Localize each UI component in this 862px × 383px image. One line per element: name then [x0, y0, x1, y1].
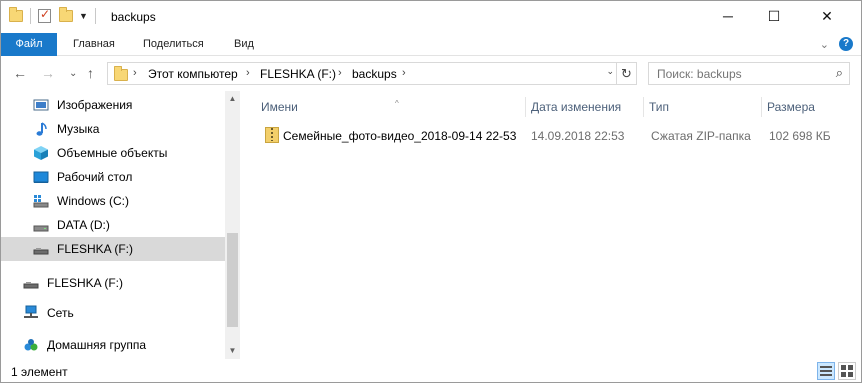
- file-type: Сжатая ZIP-папка: [651, 129, 751, 143]
- homegroup-icon: [23, 337, 39, 353]
- column-header-size[interactable]: Размера: [761, 96, 849, 118]
- nav-item-label: Домашняя группа: [47, 338, 147, 352]
- usb-drive-icon: [23, 275, 39, 291]
- nav-item-label: Музыка: [57, 122, 100, 136]
- column-header-type[interactable]: Тип: [643, 96, 761, 118]
- file-name: Семейные_фото-видео_2018-09-14 22-53: [283, 129, 517, 143]
- column-header-date[interactable]: Дата изменения: [525, 96, 643, 118]
- breadcrumb-separator[interactable]: ›: [246, 67, 250, 79]
- file-size: 102 698 КБ: [769, 129, 831, 143]
- nav-item-label: Изображения: [57, 98, 133, 112]
- nav-item-label: FLESHKA (F:): [47, 276, 124, 290]
- window-title: backups: [111, 10, 156, 24]
- tab-file[interactable]: Файл: [1, 33, 57, 56]
- file-date: 14.09.2018 22:53: [531, 129, 625, 143]
- drive-icon: [33, 193, 49, 209]
- folder-icon: [114, 66, 128, 81]
- breadcrumb-backups[interactable]: backups: [352, 67, 397, 81]
- nav-item-fleshka-selected[interactable]: FLESHKA (F:): [1, 237, 225, 261]
- toolbar-divider: [30, 8, 31, 24]
- navigation-pane: Изображения Музыка Объемные объекты Рабо…: [1, 91, 241, 359]
- nav-item-music[interactable]: Музыка: [33, 117, 223, 141]
- customize-toolbar-dropdown-icon[interactable]: ▼: [79, 11, 88, 21]
- breadcrumb-this-pc[interactable]: Этот компьютер: [148, 67, 238, 81]
- folder-icon: [9, 7, 23, 22]
- recent-locations-dropdown-icon[interactable]: ⌄: [69, 68, 77, 79]
- breadcrumb-separator[interactable]: ›: [338, 67, 342, 79]
- quick-access-toolbar: ▼: [9, 7, 103, 24]
- tab-share[interactable]: Поделиться: [133, 33, 214, 56]
- nav-item-label: FLESHKA (F:): [57, 242, 134, 256]
- music-icon: [33, 121, 49, 137]
- nav-item-label: Windows (C:): [57, 194, 130, 208]
- nav-item-label: DATA (D:): [57, 218, 110, 232]
- column-header-label: Имени: [261, 100, 298, 114]
- breadcrumb-fleshka[interactable]: FLESHKA (F:): [260, 67, 336, 81]
- sort-ascending-icon: ^: [395, 99, 399, 108]
- status-bar: 1 элемент: [1, 360, 861, 382]
- usb-drive-icon: [33, 241, 49, 257]
- large-icons-view-button[interactable]: [838, 362, 856, 380]
- breadcrumb-separator[interactable]: ›: [133, 67, 137, 79]
- file-list: ^ Имени Дата изменения Тип Размера Семей…: [245, 91, 851, 359]
- item-count: 1 элемент: [11, 365, 68, 379]
- search-input[interactable]: [649, 63, 819, 84]
- 3d-objects-icon: [33, 145, 49, 161]
- nav-item-label: Рабочий стол: [57, 170, 133, 184]
- nav-item-windows-c[interactable]: Windows (C:): [33, 189, 223, 213]
- tab-home[interactable]: Главная: [63, 33, 125, 56]
- navigation-bar: ← → ⌄ ↑ › Этот компьютер › FLESHKA (F:) …: [1, 57, 861, 89]
- nav-item-fleshka[interactable]: FLESHKA (F:): [23, 271, 223, 295]
- nav-pane-scrollbar[interactable]: ▲ ▼: [225, 91, 240, 359]
- scrollbar-thumb[interactable]: [227, 233, 238, 327]
- large-icons-view-icon: [841, 365, 853, 377]
- file-row[interactable]: Семейные_фото-видео_2018-09-14 22-53 14.…: [261, 125, 851, 147]
- scroll-down-icon[interactable]: ▼: [225, 343, 240, 359]
- drive-icon: [33, 217, 49, 233]
- breadcrumb-separator[interactable]: ›: [402, 67, 406, 79]
- pictures-icon: [33, 97, 49, 113]
- up-button[interactable]: ↑: [87, 65, 94, 81]
- back-button[interactable]: ←: [13, 65, 27, 81]
- nav-item-network[interactable]: Сеть: [23, 301, 223, 325]
- expand-ribbon-icon[interactable]: ⌄: [820, 38, 829, 51]
- details-view-button[interactable]: [817, 362, 835, 380]
- scroll-up-icon[interactable]: ▲: [225, 91, 240, 107]
- refresh-button[interactable]: ↻: [616, 63, 636, 84]
- network-icon: [23, 305, 39, 321]
- new-folder-icon[interactable]: [59, 7, 73, 22]
- title-bar: ▼ backups ─ ☐ ✕: [1, 1, 861, 33]
- close-button[interactable]: ✕: [797, 1, 857, 31]
- explorer-window: ▼ backups ─ ☐ ✕ Файл Главная Поделиться …: [0, 0, 862, 383]
- maximize-button[interactable]: ☐: [751, 1, 797, 31]
- zip-folder-icon: [265, 127, 279, 143]
- search-icon[interactable]: ⌕: [836, 65, 843, 81]
- address-bar[interactable]: › Этот компьютер › FLESHKA (F:) › backup…: [107, 62, 637, 85]
- minimize-button[interactable]: ─: [705, 1, 751, 31]
- details-view-icon: [820, 366, 832, 376]
- nav-item-pictures[interactable]: Изображения: [33, 93, 223, 117]
- nav-item-homegroup[interactable]: Домашняя группа: [23, 333, 223, 357]
- nav-item-data-d[interactable]: DATA (D:): [33, 213, 223, 237]
- help-icon[interactable]: ?: [839, 37, 853, 51]
- desktop-icon: [33, 169, 49, 185]
- ribbon-controls: ⌄ ?: [820, 37, 853, 51]
- forward-button[interactable]: →: [41, 65, 55, 81]
- nav-item-label: Объемные объекты: [57, 146, 168, 160]
- search-box[interactable]: ⌕: [648, 62, 850, 85]
- nav-item-label: Сеть: [47, 306, 74, 320]
- toolbar-divider: [94, 8, 96, 24]
- nav-item-desktop[interactable]: Рабочий стол: [33, 165, 223, 189]
- ribbon-tabs: Файл Главная Поделиться Вид ⌄ ?: [1, 33, 861, 56]
- properties-icon[interactable]: [38, 7, 51, 23]
- nav-item-3d-objects[interactable]: Объемные объекты: [33, 141, 223, 165]
- column-header-name[interactable]: ^ Имени: [255, 96, 523, 118]
- address-dropdown-icon[interactable]: ⌄: [606, 66, 614, 77]
- tab-view[interactable]: Вид: [224, 33, 264, 56]
